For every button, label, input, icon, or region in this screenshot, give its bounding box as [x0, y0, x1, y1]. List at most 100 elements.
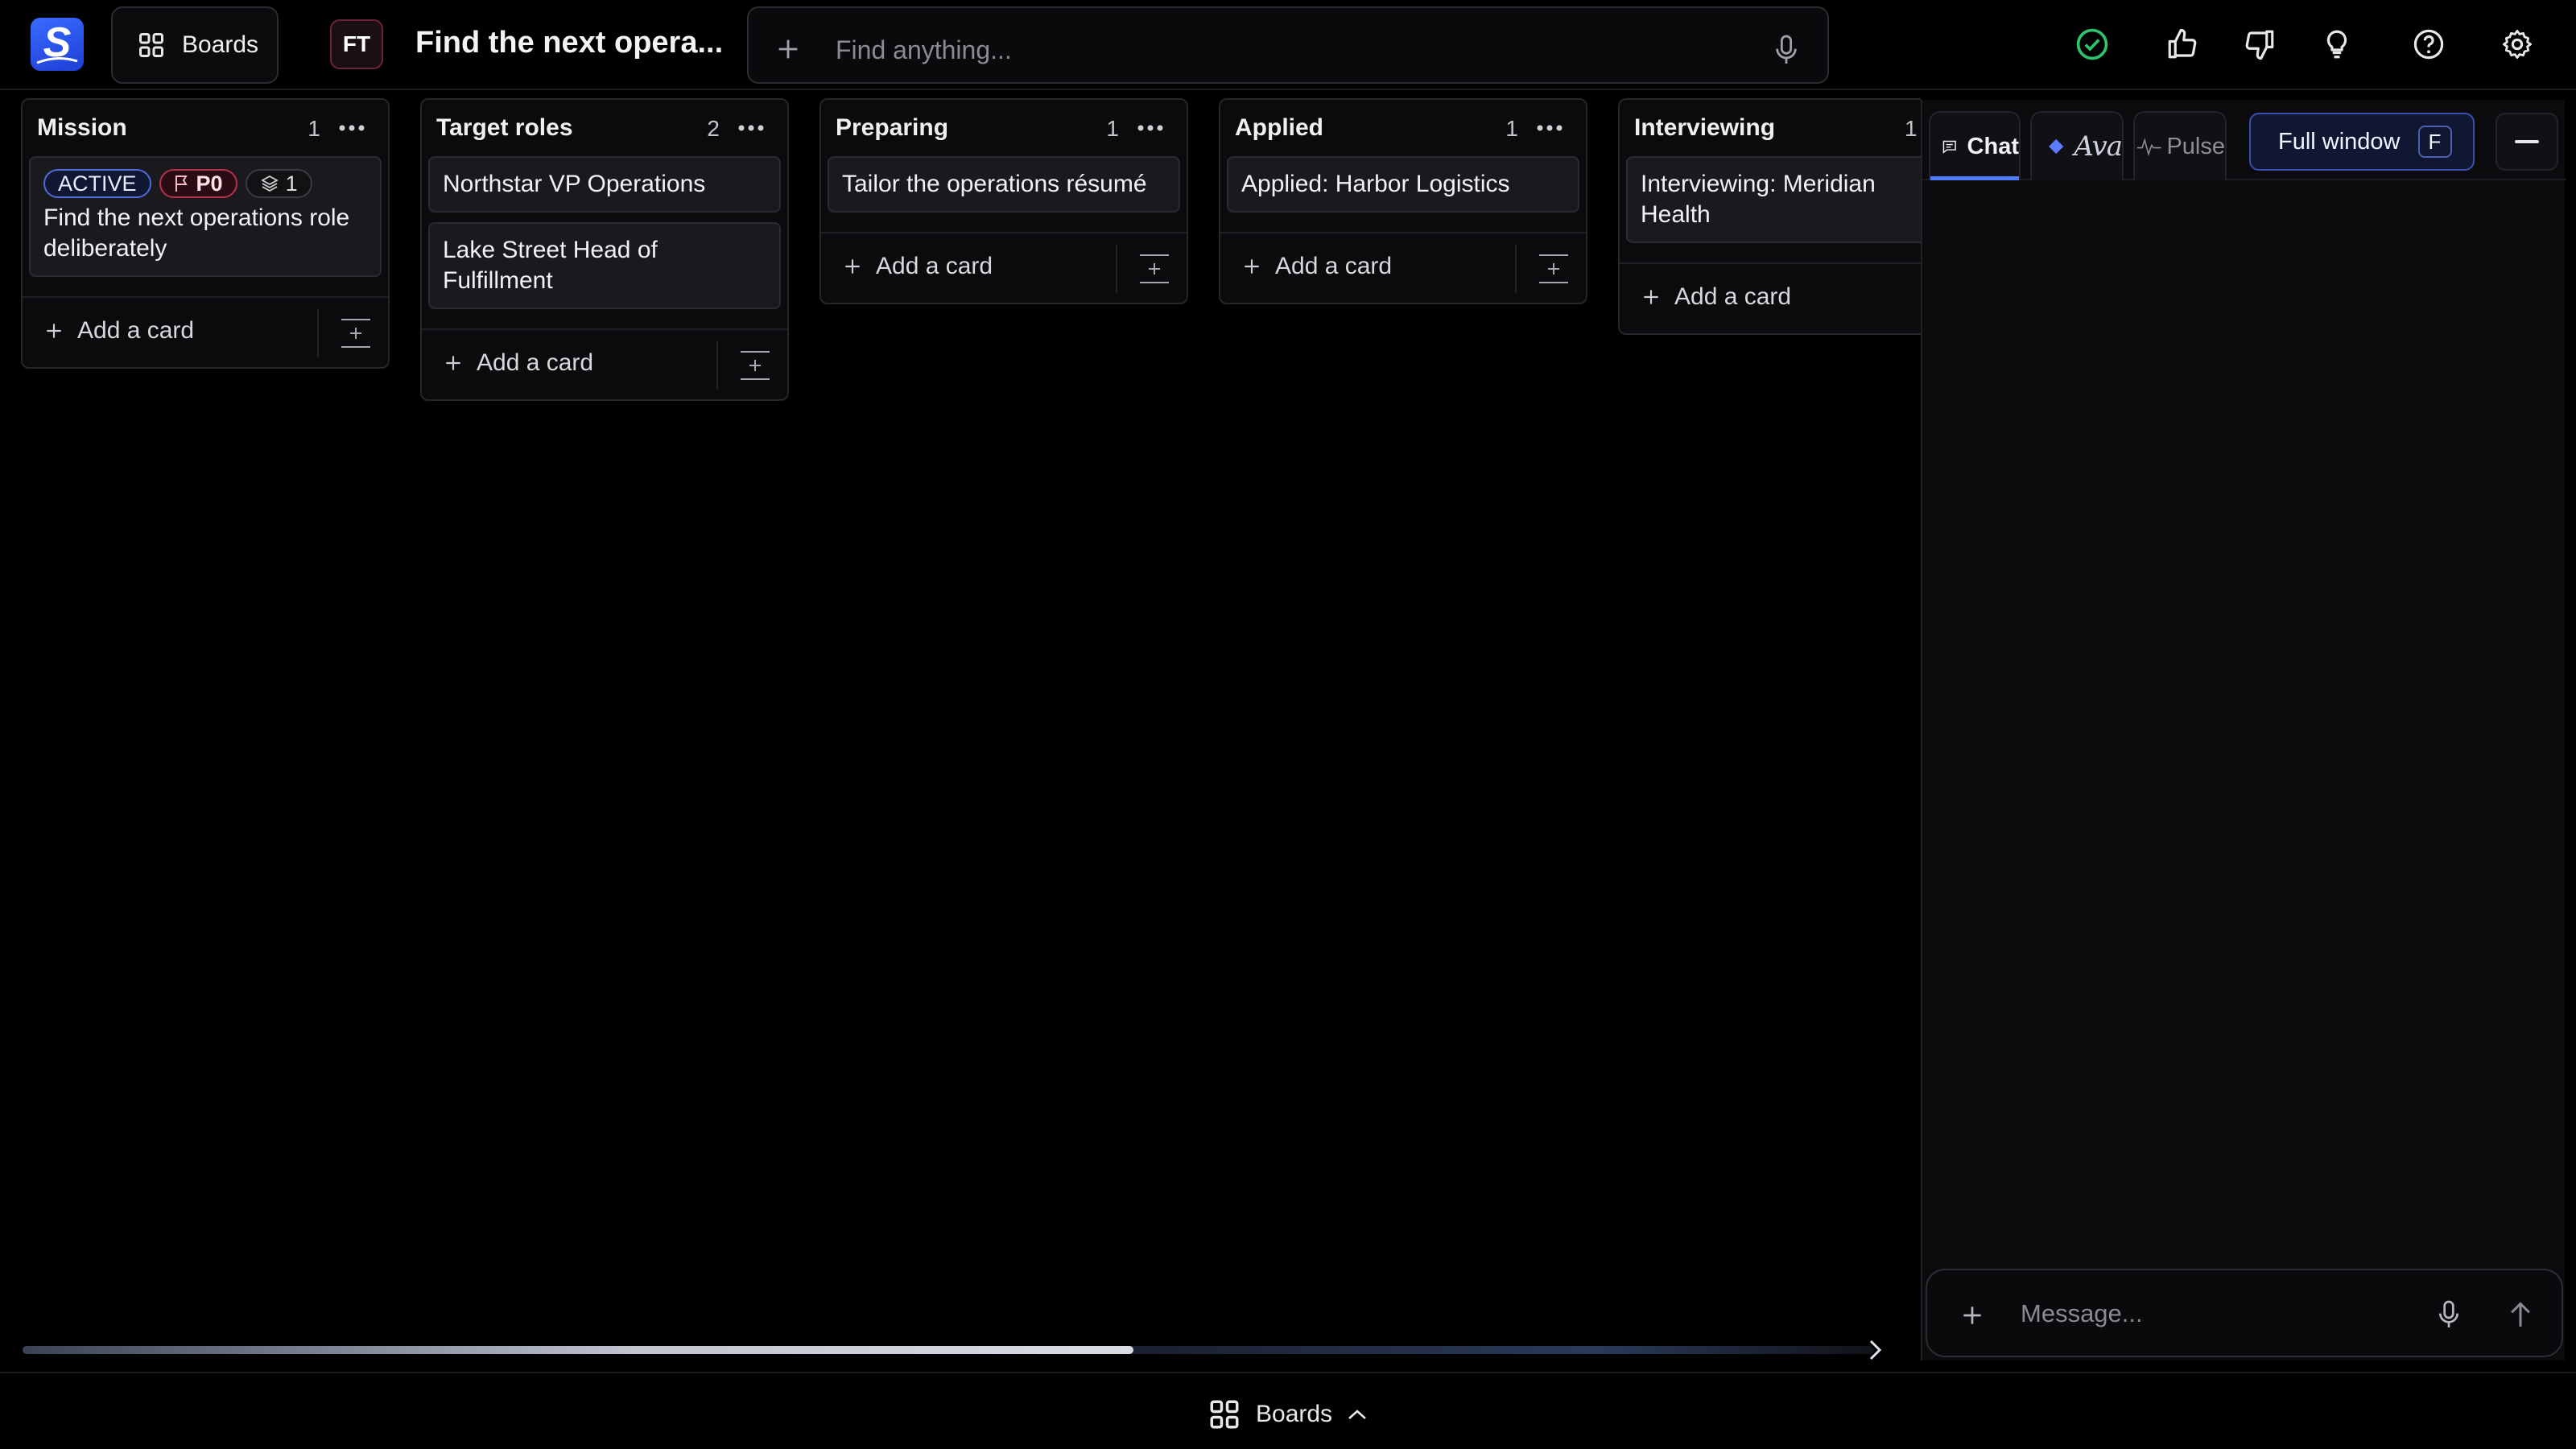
- column-header[interactable]: Mission 1: [23, 100, 388, 156]
- send-arrow-icon[interactable]: [2507, 1299, 2534, 1330]
- logo-swoosh-icon: [36, 57, 78, 64]
- bottom-bar: Boards: [0, 1372, 2576, 1449]
- column-card-count: 1: [308, 116, 320, 141]
- column-header[interactable]: Preparing 1: [821, 100, 1187, 156]
- add-card-button[interactable]: Add a card: [842, 253, 993, 280]
- plus-icon[interactable]: [1959, 1302, 1985, 1328]
- column-footer: Add a card: [1620, 262, 1921, 333]
- top-bar: S Boards FT Find the next opera... Find …: [0, 0, 2576, 90]
- priority-badge: P0: [159, 169, 237, 198]
- message-input[interactable]: Message...: [2021, 1299, 2143, 1328]
- divider: [716, 341, 718, 390]
- add-card-button[interactable]: Add a card: [43, 317, 194, 345]
- message-composer: Message...: [1926, 1269, 2563, 1357]
- lightbulb-icon[interactable]: [2317, 24, 2357, 64]
- column-card-count: 2: [707, 116, 720, 141]
- thumbs-up-icon[interactable]: [2162, 24, 2202, 64]
- column-footer: Add a card: [422, 328, 787, 399]
- check-circle-icon[interactable]: [2072, 24, 2112, 64]
- board-avatar[interactable]: FT: [330, 19, 383, 69]
- divider: [317, 309, 319, 357]
- tab-chat[interactable]: Chat: [1929, 111, 2021, 180]
- add-card-options-icon[interactable]: [1138, 253, 1170, 285]
- priority-label: P0: [196, 171, 223, 196]
- search-input[interactable]: Find anything...: [836, 35, 1012, 65]
- chat-icon: [1942, 140, 1956, 154]
- boards-button[interactable]: Boards: [111, 6, 279, 84]
- microphone-icon[interactable]: [1773, 34, 1800, 66]
- plus-icon: [446, 356, 460, 370]
- card-title: Interviewing: Meridian Health: [1641, 171, 1876, 228]
- more-options-icon[interactable]: [338, 124, 365, 132]
- plus-icon[interactable]: [774, 35, 802, 63]
- column-card-count: 1: [1505, 116, 1518, 141]
- boards-button-label: Boards: [182, 31, 259, 58]
- microphone-icon[interactable]: [2436, 1299, 2462, 1330]
- flag-icon: [175, 175, 188, 192]
- status-badge: ACTIVE: [43, 169, 151, 198]
- full-window-label: Full window: [2278, 128, 2401, 155]
- subtask-count: 1: [285, 171, 298, 196]
- panel-tabs: Chat Ava Pulse Full window F: [1922, 100, 2566, 180]
- subtask-badge: 1: [245, 169, 312, 198]
- board-card[interactable]: Northstar VP Operations: [428, 156, 781, 213]
- board-column-applied: Applied 1 Applied: Harbor Logistics Add …: [1219, 98, 1587, 304]
- card-title: Applied: Harbor Logistics: [1241, 171, 1510, 197]
- layers-icon: [260, 175, 279, 192]
- more-options-icon[interactable]: [1137, 124, 1164, 132]
- column-title: Applied: [1235, 114, 1323, 141]
- plus-icon: [47, 324, 61, 338]
- thumbs-down-icon[interactable]: [2240, 24, 2280, 64]
- more-options-icon[interactable]: [737, 124, 765, 132]
- column-header[interactable]: Target roles 2: [422, 100, 787, 156]
- board-column-mission: Mission 1 ACTIVE P0 1 Find the next oper…: [21, 98, 390, 369]
- keyboard-shortcut-badge: F: [2417, 126, 2452, 158]
- chevron-right-icon[interactable]: [1866, 1338, 1885, 1362]
- card-title: Northstar VP Operations: [443, 171, 706, 197]
- column-title: Mission: [37, 114, 127, 141]
- add-card-options-icon[interactable]: [1538, 253, 1570, 285]
- board-card[interactable]: ACTIVE P0 1 Find the next operations rol…: [29, 156, 382, 277]
- gear-icon[interactable]: [2497, 24, 2537, 64]
- board-card[interactable]: Tailor the operations résumé: [828, 156, 1180, 213]
- add-card-label: Add a card: [77, 317, 195, 344]
- board-card[interactable]: Lake Street Head of Fulfillment: [428, 222, 781, 309]
- board-card[interactable]: Applied: Harbor Logistics: [1227, 156, 1579, 213]
- scrollbar-thumb[interactable]: [23, 1346, 1133, 1354]
- more-options-icon[interactable]: [1536, 124, 1563, 132]
- plus-icon: [845, 259, 860, 274]
- add-card-label: Add a card: [876, 253, 993, 279]
- app-logo[interactable]: S: [31, 18, 84, 71]
- column-header[interactable]: Applied 1: [1220, 100, 1586, 156]
- column-footer: Add a card: [1220, 232, 1586, 303]
- add-card-options-icon[interactable]: [340, 317, 372, 349]
- column-header[interactable]: Interviewing 1: [1620, 100, 1921, 156]
- plus-icon: [1644, 290, 1658, 304]
- column-title: Target roles: [436, 114, 573, 141]
- help-icon[interactable]: [2409, 24, 2449, 64]
- tab-ava[interactable]: Ava: [2030, 111, 2124, 180]
- tab-chat-label: Chat: [1967, 133, 2019, 159]
- minus-icon: [2515, 140, 2539, 143]
- column-card-count: 1: [1905, 116, 1918, 141]
- column-card-count: 1: [1106, 116, 1119, 141]
- add-card-button[interactable]: Add a card: [1641, 283, 1791, 311]
- grid-icon: [139, 33, 163, 57]
- tab-pulse[interactable]: Pulse: [2133, 111, 2227, 180]
- bottom-boards-toggle[interactable]: Boards: [1208, 1397, 1368, 1431]
- search-bar[interactable]: Find anything...: [747, 6, 1829, 84]
- board-card[interactable]: Interviewing: Meridian Health: [1626, 156, 1921, 243]
- tab-ava-label: Ava: [2074, 130, 2122, 163]
- pulse-icon: [2136, 138, 2161, 157]
- plus-icon: [1245, 259, 1259, 274]
- add-card-options-icon[interactable]: [739, 349, 771, 382]
- board-title[interactable]: Find the next opera...: [415, 26, 723, 60]
- divider: [1515, 245, 1517, 293]
- add-card-button[interactable]: Add a card: [1241, 253, 1392, 280]
- grid-icon: [1210, 1400, 1239, 1429]
- add-card-button[interactable]: Add a card: [443, 349, 593, 377]
- column-title: Preparing: [836, 114, 949, 141]
- horizontal-scrollbar[interactable]: [23, 1346, 1874, 1354]
- full-window-button[interactable]: Full window F: [2249, 113, 2475, 171]
- minimize-button[interactable]: [2496, 113, 2558, 171]
